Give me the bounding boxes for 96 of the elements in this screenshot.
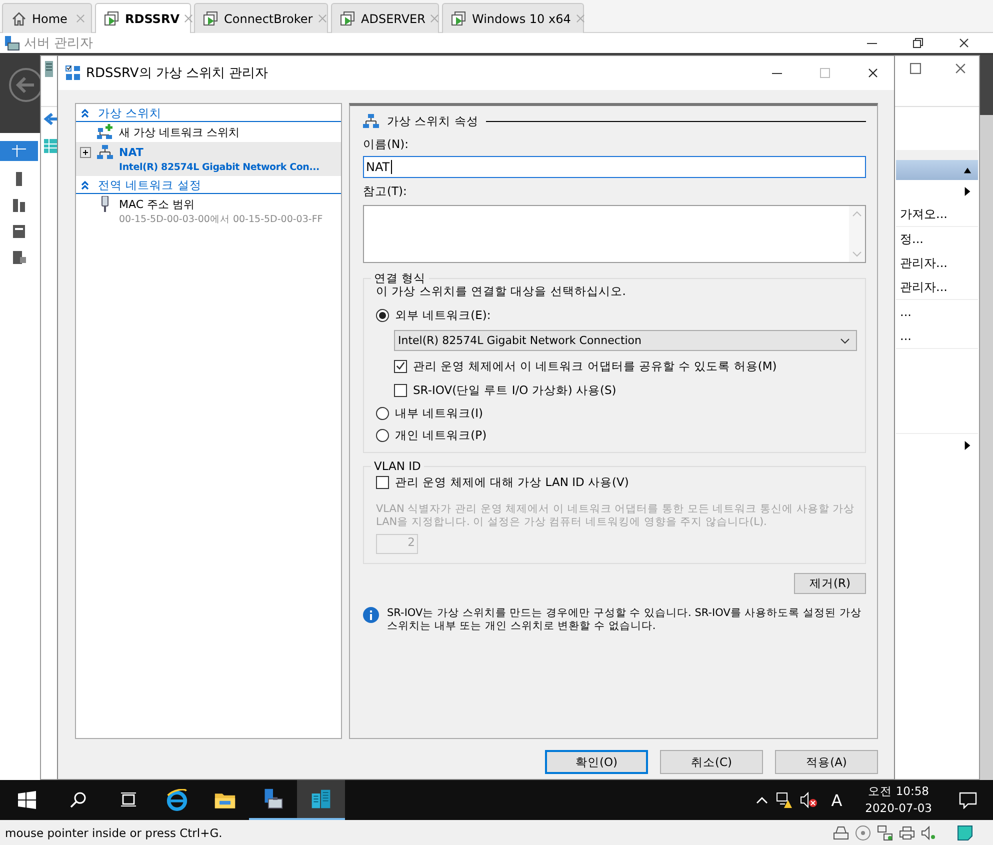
- notification-icon[interactable]: [959, 791, 977, 809]
- muted-speaker-icon[interactable]: [800, 791, 818, 809]
- network-icon: [97, 144, 113, 160]
- network-icon: [363, 113, 379, 129]
- task-link[interactable]: ...: [900, 305, 912, 319]
- radio-label[interactable]: 외부 네트워크(E):: [395, 308, 491, 322]
- message-icon[interactable]: [957, 824, 973, 840]
- tree-item[interactable]: MAC 주소 범위 00-15-5D-00-03-00에서 00-15-5D-00-03-FF: [76, 194, 341, 228]
- dialog-title: RDSSRV의 가상 스위치 관리자: [86, 65, 268, 82]
- adapter-dropdown[interactable]: Intel(R) 82574L Gigabit Network Connection: [394, 330, 857, 351]
- field-label: 참고(T):: [363, 184, 408, 200]
- checkbox[interactable]: [394, 384, 407, 396]
- close-icon[interactable]: [868, 68, 878, 78]
- checkbox-label[interactable]: 관리 운영 체제에서 이 네트워크 어댑터를 공유할 수 있도록 허용(M): [413, 358, 777, 374]
- printer-icon[interactable]: [899, 824, 915, 840]
- restore-icon[interactable]: [913, 38, 923, 48]
- task-view-icon[interactable]: [120, 791, 138, 809]
- collapse-arrow-icon[interactable]: [963, 166, 972, 174]
- maximize-icon[interactable]: [910, 63, 921, 74]
- field-label: 이름(N):: [363, 137, 410, 153]
- dialog-button[interactable]: 확인(O): [545, 750, 648, 774]
- add-network-icon: [97, 124, 113, 140]
- radio-button[interactable]: [376, 428, 389, 442]
- task-link[interactable]: 가져오...: [900, 206, 948, 222]
- switch-manager-icon: [65, 65, 81, 81]
- server-manager-icon: [4, 35, 20, 51]
- task-link[interactable]: 정...: [900, 230, 924, 248]
- description-text: VLAN 식별자가 관리 운영 체제에서 이 네트워크 어댑터를 통한 모든 네트워크 통신에 사용할 가상 LAN을 지정합니다. 이 설정은 가상 컴퓨터 네트워킹에 영향을 주지 않습니다(L).: [376, 503, 856, 529]
- tree-item[interactable]: 새 가상 네트워크 스위치: [76, 122, 341, 142]
- vm-tab[interactable]: Home: [2, 3, 92, 33]
- search-icon[interactable]: [69, 791, 87, 809]
- hard-drive-icon[interactable]: [833, 824, 849, 840]
- vm-tab[interactable]: ConnectBroker: [194, 3, 328, 33]
- vm-play-icon: [104, 10, 120, 26]
- info-icon: [363, 607, 379, 623]
- info-text: SR-IOV는 가상 스위치를 만드는 경우에만 구성할 수 있습니다. SR-IOV를 사용하도록 설정된 가상 스위치는 내부 또는 개인 스위치로 변환할 수 없습니다.: [387, 607, 862, 633]
- section-heading: 가상 스위치 속성: [387, 114, 478, 128]
- group-label: 연결 형식: [373, 271, 427, 286]
- checkbox[interactable]: [394, 360, 407, 372]
- task-link[interactable]: 관리자...: [900, 278, 948, 296]
- vm-tab[interactable]: ADSERVER: [331, 3, 439, 33]
- name-field[interactable]: NAT: [363, 156, 866, 178]
- radio-button[interactable]: [376, 406, 389, 420]
- section-heading: 전역 네트워크 설정: [98, 178, 202, 192]
- vm-play-icon: [203, 10, 219, 26]
- tree-item[interactable]: NAT Intel(R) 82574L Gigabit Network Con...: [76, 142, 341, 176]
- window-title: 서버 관리자: [24, 35, 94, 52]
- start-icon[interactable]: [18, 791, 36, 809]
- vm-tab[interactable]: RDSSRV: [95, 3, 191, 33]
- radio-label[interactable]: 내부 네트워크(I): [395, 406, 484, 420]
- vm-tab[interactable]: Windows 10 x64: [442, 3, 584, 33]
- section-heading: 가상 스위치: [98, 106, 162, 120]
- clock[interactable]: 오전 10:58 2020-07-03: [865, 783, 932, 817]
- browser-icon[interactable]: [166, 789, 188, 811]
- server-manager-icon[interactable]: [262, 788, 284, 810]
- speaker-icon[interactable]: [921, 824, 937, 840]
- task-link[interactable]: ...: [900, 329, 912, 343]
- radio-label[interactable]: 개인 네트워크(P): [395, 428, 487, 442]
- table-icon: [43, 138, 59, 154]
- notes-field[interactable]: [363, 205, 866, 263]
- task-link[interactable]: 관리자...: [900, 254, 948, 272]
- chevron-down-icon: [840, 338, 850, 344]
- status-text: mouse pointer inside or press Ctrl+G.: [5, 826, 222, 840]
- dashboard-icon[interactable]: [0, 141, 38, 161]
- server-icon: [44, 61, 54, 77]
- vlan-id-field: 2: [376, 534, 418, 554]
- maximize-icon: [820, 68, 830, 78]
- file-server-icon[interactable]: [11, 249, 27, 265]
- servers-icon[interactable]: [11, 197, 27, 213]
- scrollbar[interactable]: [980, 55, 993, 780]
- vm-play-icon: [340, 10, 356, 26]
- server-role-icon[interactable]: [11, 223, 27, 239]
- chevron-up-icon[interactable]: [756, 796, 768, 804]
- back-arrow-icon[interactable]: [43, 111, 59, 127]
- checkbox-label[interactable]: 관리 운영 체제에 대해 가상 LAN ID 사용(V): [395, 474, 629, 490]
- dialog-button[interactable]: 취소(C): [660, 750, 763, 774]
- network-icon[interactable]: [877, 824, 893, 840]
- radio-button[interactable]: [376, 308, 389, 322]
- expand-icon[interactable]: [80, 146, 91, 158]
- dialog-button[interactable]: 적용(A): [775, 750, 878, 774]
- checkbox-label[interactable]: SR-IOV(단일 루트 I/O 가상화) 사용(S): [413, 382, 616, 398]
- group-label: VLAN ID: [373, 459, 422, 473]
- network-warning-icon[interactable]: [775, 791, 794, 809]
- instruction-text: 이 가상 스위치를 연결할 대상을 선택하십시오.: [376, 284, 627, 299]
- buildings-icon[interactable]: [310, 788, 332, 810]
- vm-play-icon: [451, 10, 467, 26]
- collapse-icon[interactable]: [80, 180, 90, 190]
- remove-button[interactable]: 제거(R): [794, 573, 866, 594]
- disc-icon[interactable]: [855, 824, 871, 840]
- close-icon[interactable]: [959, 38, 969, 48]
- input-method-indicator[interactable]: A: [831, 790, 842, 810]
- expand-arrow-icon[interactable]: [963, 186, 972, 196]
- checkbox[interactable]: [376, 476, 389, 488]
- collapse-icon[interactable]: [80, 108, 90, 118]
- expand-arrow-icon[interactable]: [963, 440, 972, 450]
- home-icon: [11, 10, 27, 26]
